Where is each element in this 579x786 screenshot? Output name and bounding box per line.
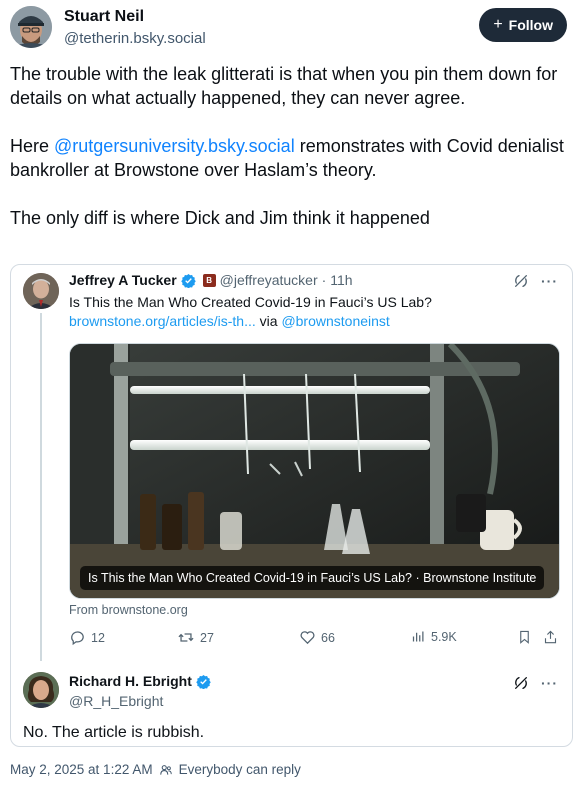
reply-setting: Everybody can reply <box>178 762 301 777</box>
tweet-link-line: brownstone.org/articles/is-th... via @br… <box>69 312 559 331</box>
tweet-top-actions: ··· <box>513 273 558 289</box>
tweet-actions: 12 27 66 5.9K <box>69 629 561 649</box>
grok-icon <box>515 275 527 287</box>
embedded-image[interactable]: Jeffrey A Tucker B @jeffreyatucker · 11h… <box>10 264 573 747</box>
views-action: 5.9K <box>411 629 457 644</box>
tweet-header: Jeffrey A Tucker B @jeffreyatucker · 11h <box>69 272 353 288</box>
more-icon: ··· <box>541 675 558 691</box>
tweet-text-line: Is This the Man Who Created Covid-19 in … <box>69 294 432 310</box>
tweet-author-handle: @jeffreyatucker <box>219 272 318 288</box>
grok-icon <box>515 677 527 689</box>
post-body: The trouble with the leak glitterati is … <box>10 62 565 254</box>
verified-icon <box>180 273 196 288</box>
tweet-author-handle: @R_H_Ebright <box>69 693 164 709</box>
like-action: 66 <box>299 629 335 646</box>
post-paragraph: The only diff is where Dick and Jim thin… <box>10 208 430 228</box>
text-segment: Here <box>10 136 55 156</box>
reply-tweet-text: No. The article is rubbish. <box>23 724 205 741</box>
media-caption: Is This the Man Who Created Covid-19 in … <box>80 566 545 590</box>
reply-action: 12 <box>69 629 105 646</box>
tweet-text: Is This the Man Who Created Covid-19 in … <box>69 293 559 331</box>
more-icon: ··· <box>541 273 558 289</box>
thread-line <box>40 313 42 661</box>
post-meta: May 2, 2025 at 1:22 AM Everybody can rep… <box>10 762 301 777</box>
people-icon <box>159 764 172 775</box>
bookmark-icon <box>520 630 529 644</box>
mention-link[interactable]: @rutgersuniversity.bsky.social <box>54 136 295 156</box>
tweet-avatar <box>23 273 59 309</box>
author-handle[interactable]: @tetherin.bsky.social <box>64 30 206 47</box>
via-text: via <box>255 313 282 329</box>
post-timestamp[interactable]: May 2, 2025 at 1:22 AM <box>10 762 153 777</box>
verified-icon <box>196 674 211 689</box>
repost-action: 27 <box>177 629 214 646</box>
bookmark-action <box>517 629 532 645</box>
reply-tweet-header: Richard H. Ebright <box>69 673 211 689</box>
article-preview-image: Is This the Man Who Created Covid-19 in … <box>69 343 560 599</box>
tweet-time: · 11h <box>321 272 353 288</box>
tweet-avatar <box>23 672 59 708</box>
org-badge-icon: B <box>202 273 216 287</box>
article-link: brownstone.org/articles/is-th... <box>69 313 256 329</box>
follow-label: Follow <box>508 17 553 33</box>
post-paragraph: Here @rutgersuniversity.bsky.social remo… <box>10 134 565 182</box>
repost-count: 27 <box>200 630 214 645</box>
author-name[interactable]: Stuart Neil <box>64 8 144 26</box>
views-icon <box>412 631 424 642</box>
via-handle: @brownstoneinst <box>281 313 390 329</box>
share-action <box>543 629 558 645</box>
like-icon <box>300 631 315 645</box>
repost-icon <box>178 633 194 642</box>
plus-icon: + <box>493 16 503 33</box>
from-source: From brownstone.org <box>69 603 188 617</box>
author-avatar[interactable] <box>10 6 52 48</box>
tweet-author-name: Jeffrey A Tucker <box>69 272 177 288</box>
tweet-top-actions: ··· <box>513 675 558 691</box>
follow-button[interactable]: + Follow <box>479 8 567 42</box>
post-paragraph: The trouble with the leak glitterati is … <box>10 64 558 108</box>
reply-icon <box>71 631 84 646</box>
tweet-author-name: Richard H. Ebright <box>69 673 192 689</box>
like-count: 66 <box>321 630 335 645</box>
reply-count: 12 <box>91 630 105 645</box>
post-author-header: Stuart Neil @tetherin.bsky.social + Foll… <box>10 6 569 52</box>
views-count: 5.9K <box>431 629 457 644</box>
share-icon <box>544 630 557 644</box>
